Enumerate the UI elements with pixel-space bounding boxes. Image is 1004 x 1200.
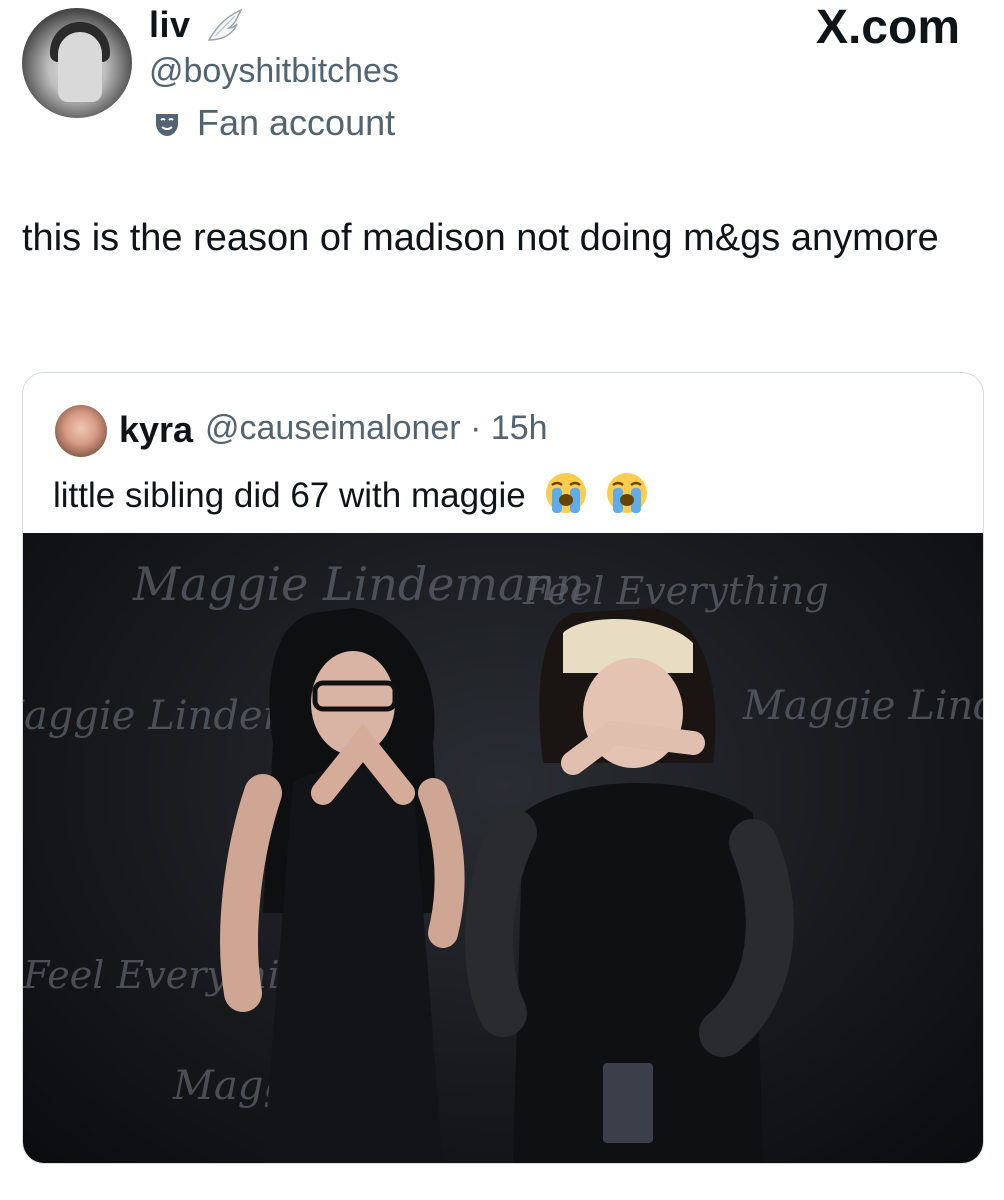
site-watermark: X.com	[815, 1, 960, 54]
fan-mask-icon	[156, 114, 178, 136]
author-handle[interactable]: @boyshitbitches	[149, 52, 399, 91]
quoted-author-avatar[interactable]	[55, 405, 107, 457]
author-avatar[interactable]	[22, 8, 132, 118]
loudly-crying-face-icon	[545, 473, 586, 513]
quoted-post-text: little sibling did 67 with maggie	[53, 471, 649, 516]
person-left	[220, 608, 465, 1163]
quoted-author-name[interactable]: kyra	[119, 409, 193, 451]
quoted-post-card[interactable]: kyra @causeimaloner · 15h little sibling…	[22, 372, 984, 1164]
post-text: this is the reason of madison not doing …	[22, 217, 939, 259]
quoted-post-text-content: little sibling did 67 with maggie	[53, 476, 526, 515]
quoted-post-photo[interactable]: Maggie Lindemann Feel Everything Maggie …	[23, 533, 983, 1163]
fan-account-label: Fan account	[197, 102, 396, 143]
quoted-author-handle-time[interactable]: @causeimaloner · 15h	[205, 409, 548, 448]
author-display-name[interactable]: liv	[149, 4, 191, 46]
post-header: liv @boyshitbitches Fan account X.com	[0, 0, 1004, 160]
wing-icon	[207, 8, 243, 41]
person-right	[465, 608, 794, 1163]
loudly-crying-face-icon	[607, 473, 648, 513]
